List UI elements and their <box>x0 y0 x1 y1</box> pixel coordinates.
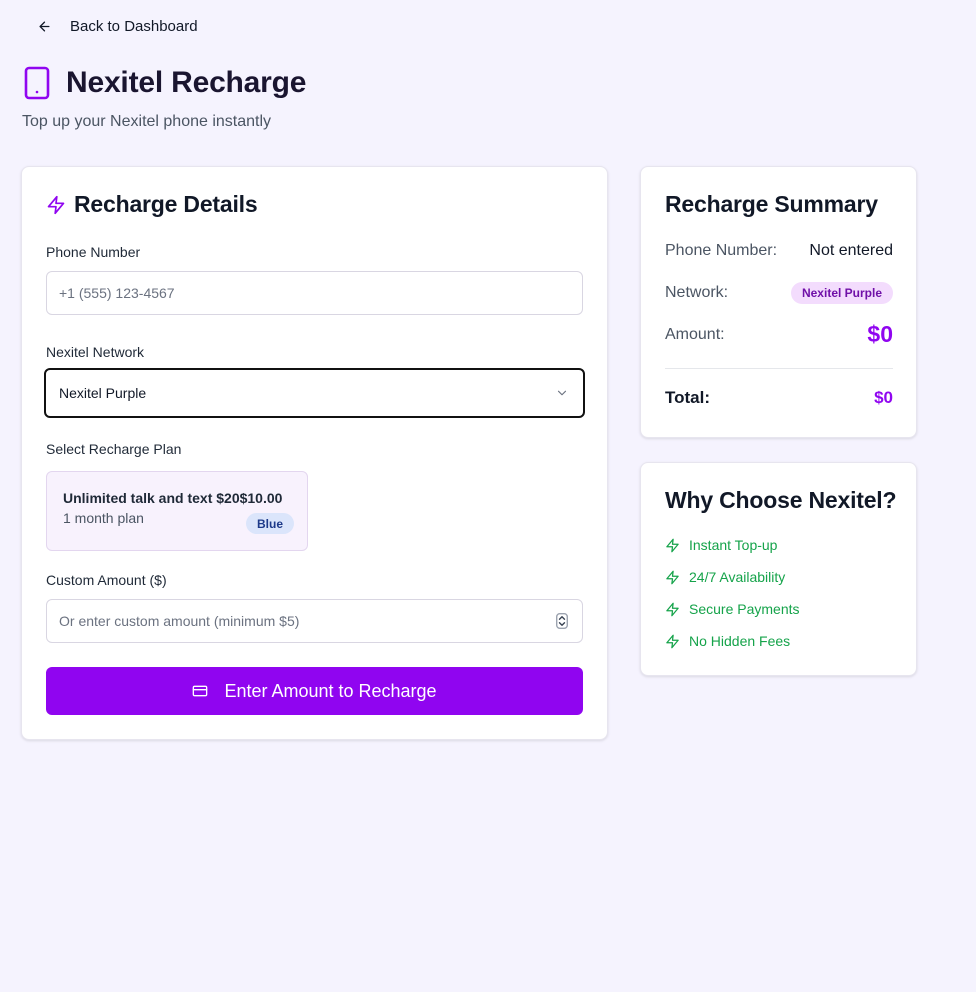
recharge-summary-card: Recharge Summary Phone Number: Not enter… <box>640 166 917 438</box>
summary-phone-row: Phone Number: Not entered <box>665 242 893 260</box>
feature-label: Instant Top-up <box>689 537 778 553</box>
summary-network-badge: Nexitel Purple <box>790 282 893 304</box>
zap-icon <box>666 634 679 648</box>
summary-phone-value: Not entered <box>809 242 893 259</box>
arrow-left-icon <box>39 21 50 32</box>
summary-total-row: Total: $0 <box>665 388 893 408</box>
zap-icon <box>666 602 679 616</box>
feature-item: No Hidden Fees <box>665 633 790 649</box>
network-label: Nexitel Network <box>46 344 145 360</box>
recharge-summary-title: Recharge Summary <box>665 191 878 217</box>
plan-title: Unlimited talk and text $20$10.00 <box>63 490 282 506</box>
back-to-dashboard-link[interactable]: Back to Dashboard <box>37 18 198 35</box>
back-label: Back to Dashboard <box>70 18 198 35</box>
summary-network-row: Network: Nexitel Purple <box>665 282 893 304</box>
credit-card-icon <box>193 685 208 697</box>
phone-number-label: Phone Number <box>46 244 141 260</box>
feature-label: 24/7 Availability <box>689 569 786 585</box>
recharge-details-card: Recharge Details Phone Number Nexitel Ne… <box>21 166 608 740</box>
plan-name: Unlimited talk and text $20 <box>63 490 240 506</box>
recharge-details-heading: Recharge Details <box>46 191 258 218</box>
feature-label: Secure Payments <box>689 601 800 617</box>
summary-phone-key: Phone Number: <box>665 242 778 259</box>
summary-amount-row: Amount: $0 <box>665 321 893 348</box>
plan-network-badge: Blue <box>246 513 294 534</box>
summary-divider <box>665 368 893 369</box>
page-subtitle: Top up your Nexitel phone instantly <box>22 113 272 130</box>
zap-icon <box>666 538 679 552</box>
feature-item: 24/7 Availability <box>665 569 785 585</box>
zap-icon <box>47 195 65 214</box>
zap-icon <box>666 570 679 584</box>
network-selected-value: Nexitel Purple <box>59 385 147 401</box>
page-title: Nexitel Recharge <box>66 66 307 99</box>
feature-label: No Hidden Fees <box>689 633 791 649</box>
recharge-submit-label: Enter Amount to Recharge <box>224 680 437 701</box>
recharge-details-title: Recharge Details <box>74 191 258 217</box>
recharge-plan-card[interactable]: Unlimited talk and text $20$10.00 1 mont… <box>46 471 308 551</box>
feature-item: Instant Top-up <box>665 537 777 553</box>
smartphone-icon <box>24 66 50 100</box>
number-spinner-icon[interactable] <box>556 613 568 629</box>
summary-total-key: Total: <box>665 388 711 407</box>
plan-duration: 1 month plan <box>63 510 144 526</box>
summary-amount-key: Amount: <box>665 325 725 343</box>
network-select[interactable]: Nexitel Purple <box>44 368 585 418</box>
custom-amount-label: Custom Amount ($) <box>46 572 167 588</box>
why-choose-title: Why Choose Nexitel? <box>665 487 897 513</box>
summary-total-value: $0 <box>874 388 893 407</box>
feature-item: Secure Payments <box>665 601 800 617</box>
recharge-submit-button[interactable]: Enter Amount to Recharge <box>46 667 583 715</box>
phone-number-input[interactable] <box>46 271 583 315</box>
custom-amount-input[interactable] <box>46 599 583 643</box>
plan-price: $10.00 <box>239 490 283 506</box>
summary-amount-value: $0 <box>867 321 893 347</box>
chevron-down-icon <box>557 390 567 396</box>
plan-label: Select Recharge Plan <box>46 441 182 457</box>
why-choose-card: Why Choose Nexitel? Instant Top-up 24/7 … <box>640 462 917 676</box>
summary-network-key: Network: <box>665 284 729 301</box>
page-header: Nexitel Recharge <box>24 66 306 100</box>
